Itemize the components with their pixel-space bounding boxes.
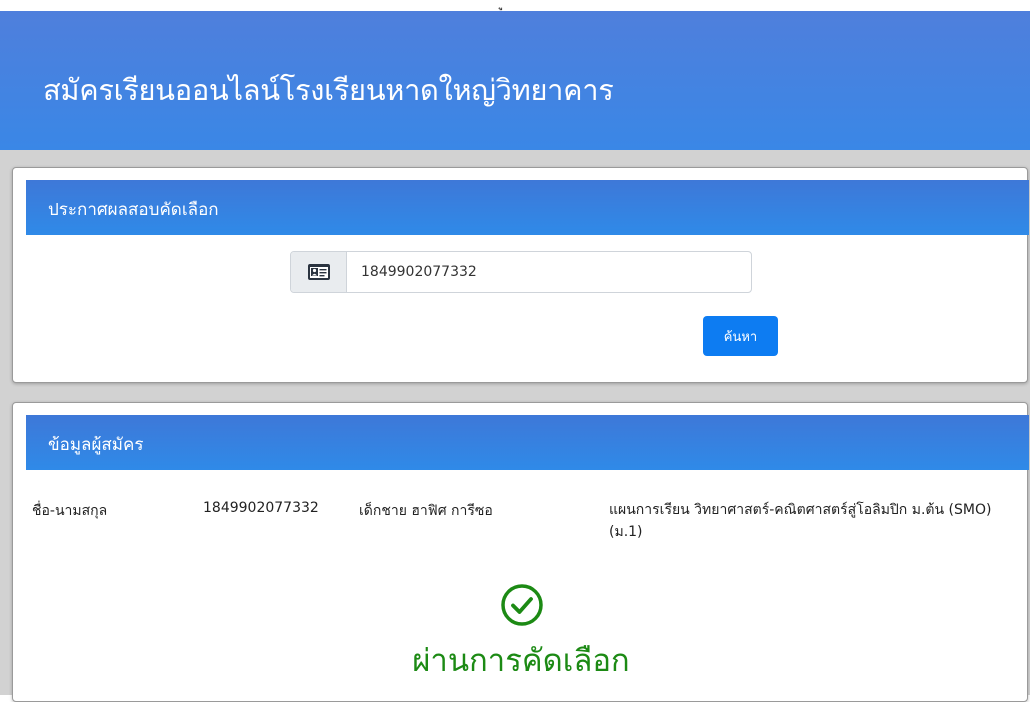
applicant-id-number: 1849902077332 <box>203 500 319 516</box>
applicant-study-plan: แผนการเรียน วิทยาศาสตร์-คณิตศาสตร์สู่โอล… <box>609 502 992 540</box>
selection-status-text: ผ่านการคัดเลือก <box>412 643 630 679</box>
page-title: สมัครเรียนออนไลน์โรงเรียนหาดใหญ่วิทยาคาร <box>43 73 614 107</box>
applicant-card-title: ข้อมูลผู้สมัคร <box>48 435 144 455</box>
search-button[interactable]: ค้นหา <box>703 316 778 356</box>
search-input-group <box>290 251 752 293</box>
applicant-full-name: เด็กชาย ฮาฟิศ การีซอ <box>359 503 493 519</box>
page-header: สมัครเรียนออนไลน์โรงเรียนหาดใหญ่วิทยาคาร <box>0 11 1030 150</box>
id-card-icon <box>291 252 347 292</box>
top-strip: ู <box>0 0 1030 11</box>
search-card-title: ประกาศผลสอบคัดเลือก <box>48 200 219 220</box>
search-card-header: ประกาศผลสอบคัดเลือก <box>26 180 1029 235</box>
search-card: ประกาศผลสอบคัดเลือก ค้นหา <box>12 167 1029 383</box>
applicant-card: ข้อมูลผู้สมัคร ชื่อ-นามสกุล 184990207733… <box>12 402 1029 702</box>
applicant-card-header: ข้อมูลผู้สมัคร <box>26 415 1029 470</box>
id-number-input[interactable] <box>347 252 751 292</box>
name-label: ชื่อ-นามสกุล <box>32 503 108 519</box>
check-circle-icon <box>501 584 543 626</box>
